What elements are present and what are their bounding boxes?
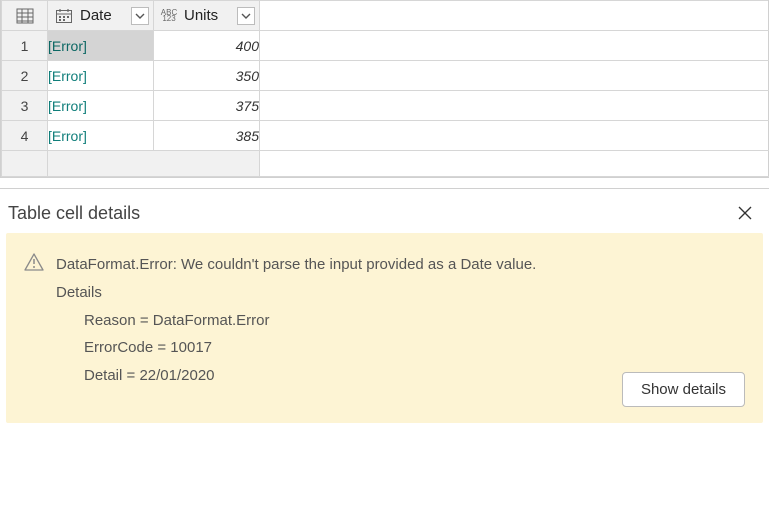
cell-units[interactable]: 400 xyxy=(154,31,260,61)
cell-date[interactable]: [Error] xyxy=(48,61,154,91)
column-label: Date xyxy=(80,7,127,24)
chevron-down-icon xyxy=(135,13,145,19)
filler-row xyxy=(2,151,769,177)
blank-cell xyxy=(260,91,769,121)
column-header-date[interactable]: Date xyxy=(48,1,154,31)
row-number[interactable]: 2 xyxy=(2,61,48,91)
close-button[interactable] xyxy=(731,199,759,227)
blank-header xyxy=(260,1,769,31)
data-grid: Date ABC123 Units xyxy=(0,0,769,178)
cell-units[interactable]: 350 xyxy=(154,61,260,91)
errorcode-line: ErrorCode = 10017 xyxy=(56,334,536,362)
row-number[interactable]: 3 xyxy=(2,91,48,121)
abc123-icon: ABC123 xyxy=(158,10,180,21)
warning-icon xyxy=(24,253,44,274)
table-row[interactable]: 4 [Error] 385 xyxy=(2,121,769,151)
blank-cell xyxy=(260,31,769,61)
header-row: Date ABC123 Units xyxy=(2,1,769,31)
cell-date[interactable]: [Error] xyxy=(48,31,154,61)
cell-units[interactable]: 385 xyxy=(154,121,260,151)
cell-units[interactable]: 375 xyxy=(154,91,260,121)
row-number[interactable]: 1 xyxy=(2,31,48,61)
table-row[interactable]: 2 [Error] 350 xyxy=(2,61,769,91)
details-label: Details xyxy=(56,279,536,307)
cell-date[interactable]: [Error] xyxy=(48,91,154,121)
table-row[interactable]: 3 [Error] 375 xyxy=(2,91,769,121)
chevron-down-icon xyxy=(241,13,251,19)
table-cell-details-panel: Table cell details DataFormat.Error: We … xyxy=(0,188,769,429)
row-number-header[interactable] xyxy=(2,1,48,31)
close-icon xyxy=(738,206,752,220)
filter-dropdown-button[interactable] xyxy=(237,7,255,25)
panel-title: Table cell details xyxy=(8,203,140,224)
column-label: Units xyxy=(184,7,233,24)
table-icon xyxy=(13,8,37,24)
cell-date[interactable]: [Error] xyxy=(48,121,154,151)
error-line: DataFormat.Error: We couldn't parse the … xyxy=(56,251,536,279)
show-details-button[interactable]: Show details xyxy=(622,372,745,407)
filter-dropdown-button[interactable] xyxy=(131,7,149,25)
blank-cell xyxy=(260,121,769,151)
row-number[interactable]: 4 xyxy=(2,121,48,151)
error-text: DataFormat.Error: We couldn't parse the … xyxy=(56,251,536,390)
error-message-box: DataFormat.Error: We couldn't parse the … xyxy=(6,233,763,423)
reason-line: Reason = DataFormat.Error xyxy=(56,307,536,335)
blank-cell xyxy=(260,61,769,91)
calendar-icon xyxy=(52,8,76,24)
column-header-units[interactable]: ABC123 Units xyxy=(154,1,260,31)
table-row[interactable]: 1 [Error] 400 xyxy=(2,31,769,61)
detail-line: Detail = 22/01/2020 xyxy=(56,362,536,390)
